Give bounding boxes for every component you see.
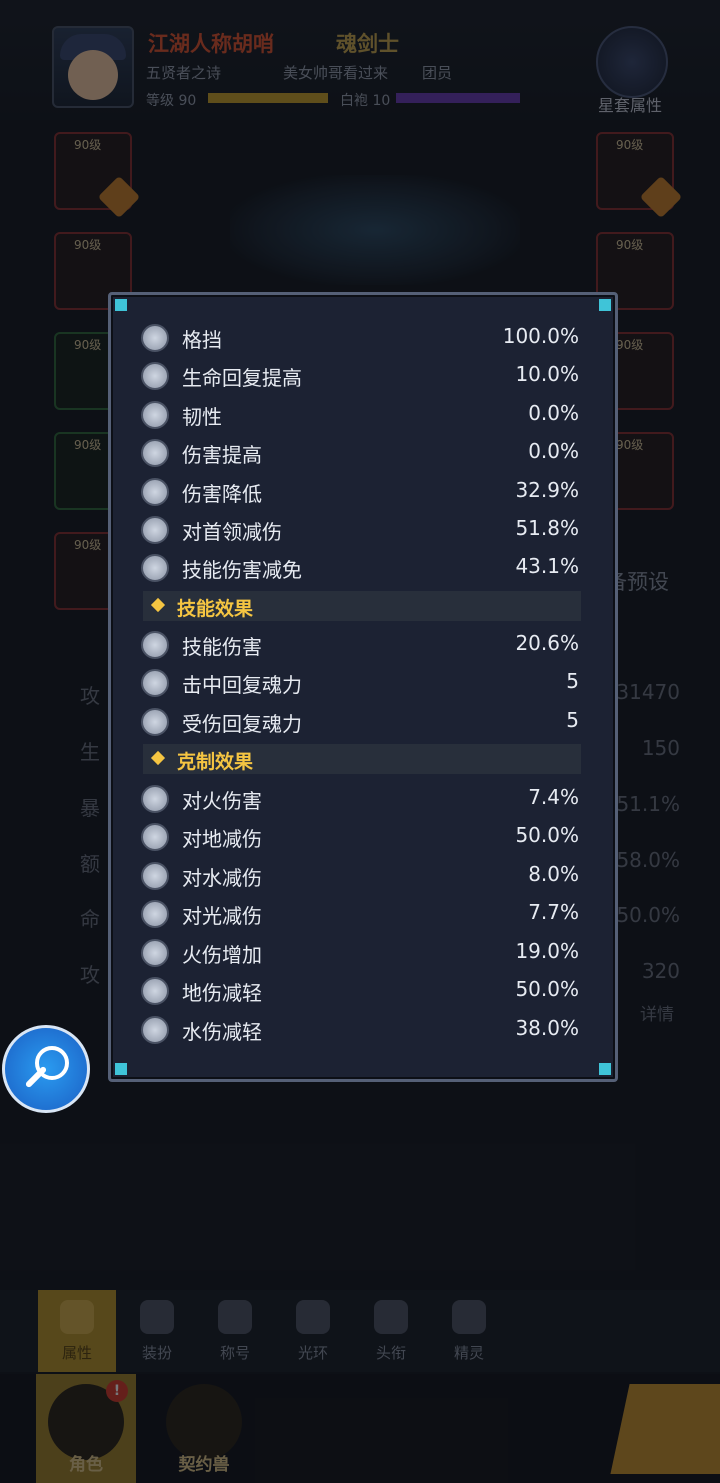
water-element-icon <box>141 1016 169 1044</box>
section-skill-effects: 技能效果 <box>143 591 581 621</box>
slot-level: 90级 <box>616 438 644 452</box>
baipao-bar <box>396 93 520 103</box>
hanger-icon <box>140 1300 174 1334</box>
corner-ornament <box>599 1063 611 1075</box>
baipao-label: 白袍 10 <box>340 93 391 109</box>
stat-row-vs-light: 对光减伤 7.7% <box>141 897 579 931</box>
level-label: 等级 90 <box>146 93 197 109</box>
nav-character[interactable]: 角色 ! <box>36 1374 136 1483</box>
hourglass-icon <box>141 401 169 429</box>
soul-icon <box>141 669 169 697</box>
earth-element-icon <box>141 823 169 851</box>
soul-icon <box>141 708 169 736</box>
slot-level: 90级 <box>616 238 644 252</box>
class-name: 魂剑士 <box>336 32 399 56</box>
stat-row-block: 格挡 100.0% <box>141 321 579 355</box>
star-set-icon <box>596 26 668 98</box>
diamond-icon <box>150 597 166 613</box>
stat-row-vs-fire: 对火伤害 7.4% <box>141 782 579 816</box>
earth-element-icon <box>141 977 169 1005</box>
person-icon <box>60 1300 94 1334</box>
mount-banner <box>230 175 520 285</box>
stat-row-water-reduce: 水伤减轻 38.0% <box>141 1013 579 1047</box>
armor-icon <box>141 554 169 582</box>
water-element-icon <box>141 862 169 890</box>
section-counter-effects: 克制效果 <box>143 744 581 774</box>
enhance-badge-icon <box>639 175 683 219</box>
tab-outfit[interactable]: 装扮 <box>118 1290 196 1372</box>
tab-spirit[interactable]: 精灵 <box>430 1290 508 1372</box>
diamond-icon <box>150 750 166 766</box>
guild-name: 美女帅哥看过来 <box>283 64 389 82</box>
slot-level: 90级 <box>74 138 102 152</box>
stat-row-skill-damage: 技能伤害 20.6% <box>141 628 579 662</box>
fire-skill-icon <box>141 631 169 659</box>
search-fab-button[interactable] <box>2 1025 90 1113</box>
corner-ornament <box>115 299 127 311</box>
tab-aura[interactable]: 光环 <box>274 1290 352 1372</box>
stat-row-hit-soul: 击中回复魂力 5 <box>141 666 579 700</box>
stat-row-damage-up: 伤害提高 0.0% <box>141 436 579 470</box>
halo-icon <box>296 1300 330 1334</box>
corner-ornament <box>115 1063 127 1075</box>
slot-level: 90级 <box>74 238 102 252</box>
slot-level: 90级 <box>616 138 644 152</box>
spirit-icon <box>452 1300 486 1334</box>
nav-pet[interactable]: 契约兽 <box>154 1374 254 1483</box>
light-element-icon <box>141 900 169 928</box>
equip-slot[interactable]: 90级 <box>54 132 141 219</box>
crown-icon <box>218 1300 252 1334</box>
stat-row-fire-bonus: 火伤增加 19.0% <box>141 936 579 970</box>
stat-row-boss-reduction: 对首领减伤 51.8% <box>141 513 579 547</box>
alert-badge: ! <box>106 1380 128 1402</box>
stat-row-skill-reduction: 技能伤害减免 43.1% <box>141 551 579 585</box>
stat-row-earth-reduce: 地伤减轻 50.0% <box>141 974 579 1008</box>
crescent-icon <box>141 439 169 467</box>
enhance-badge-icon <box>97 175 141 219</box>
stat-row-vs-earth: 对地减伤 50.0% <box>141 820 579 854</box>
heart-icon <box>141 362 169 390</box>
armor-icon <box>141 478 169 506</box>
level-bar <box>208 93 328 103</box>
character-header: 江湖人称胡哨 魂剑士 五贤者之诗 美女帅哥看过来 团员 等级 90 白袍 10 … <box>0 0 720 120</box>
armor-icon <box>141 516 169 544</box>
stat-row-damage-down: 伤害降低 32.9% <box>141 475 579 509</box>
slot-level: 90级 <box>74 338 102 352</box>
star-set-label: 星套属性 <box>597 96 662 115</box>
stat-row-hp-regen: 生命回复提高 10.0% <box>141 359 579 393</box>
tab-attributes[interactable]: 属性 <box>38 1290 116 1372</box>
fire-element-icon <box>141 939 169 967</box>
stat-row-tenacity: 韧性 0.0% <box>141 398 579 432</box>
fire-element-icon <box>141 785 169 813</box>
avatar[interactable] <box>52 26 134 108</box>
sub-tab-bar: 属性 装扮 称号 光环 头衔 精灵 <box>0 1290 720 1372</box>
stat-row-vs-water: 对水减伤 8.0% <box>141 859 579 893</box>
avatar-face <box>68 50 118 100</box>
stat-row-hurt-soul: 受伤回复魂力 5 <box>141 705 579 739</box>
player-title: 五贤者之诗 <box>146 64 222 82</box>
corner-ornament <box>599 299 611 311</box>
player-name: 江湖人称胡哨 <box>148 32 274 56</box>
star-set-button[interactable]: 星套属性 <box>588 26 672 115</box>
paw-icon <box>166 1384 242 1460</box>
emblem-icon <box>374 1300 408 1334</box>
tab-title[interactable]: 称号 <box>196 1290 274 1372</box>
slot-level: 90级 <box>74 438 102 452</box>
equip-slot[interactable]: 90级 <box>596 132 683 219</box>
attribute-popup[interactable]: 格挡 100.0% 生命回复提高 10.0% 韧性 0.0% 伤害提高 0.0% 伤害降… <box>108 292 618 1082</box>
guild-role: 团员 <box>422 64 453 82</box>
shield-icon <box>141 324 169 352</box>
details-link[interactable]: 详情 <box>640 1000 674 1025</box>
next-arrow-button[interactable] <box>610 1384 720 1474</box>
slot-level: 90级 <box>616 338 644 352</box>
tab-rank[interactable]: 头衔 <box>352 1290 430 1372</box>
slot-level: 90级 <box>74 538 102 552</box>
